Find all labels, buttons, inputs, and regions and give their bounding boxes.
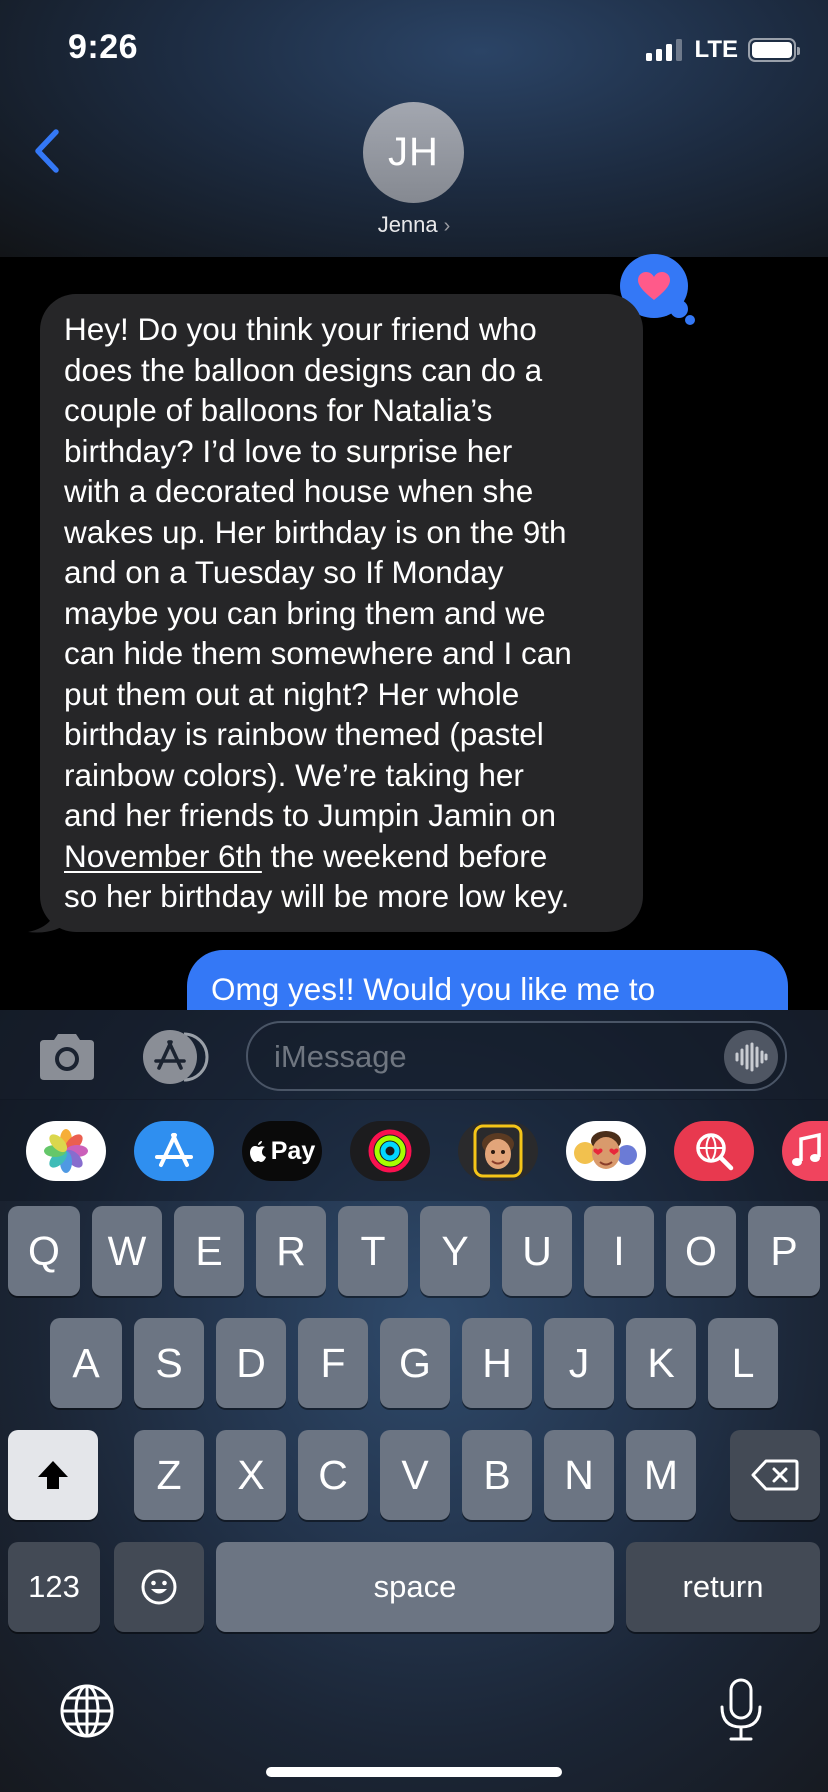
numbers-key[interactable]: 123	[8, 1542, 100, 1632]
activity-app-button[interactable]	[350, 1121, 430, 1181]
key-v[interactable]: V	[380, 1430, 450, 1520]
back-button[interactable]	[28, 126, 68, 176]
contact-name-button[interactable]: Jenna ›	[0, 212, 828, 238]
key-c[interactable]: C	[298, 1430, 368, 1520]
network-type: LTE	[694, 36, 738, 63]
key-y[interactable]: Y	[420, 1206, 490, 1296]
conversation-header: 9:26 LTE JH Jenna ›	[0, 0, 828, 257]
key-j[interactable]: J	[544, 1318, 614, 1408]
key-n[interactable]: N	[544, 1430, 614, 1520]
delete-key[interactable]	[730, 1430, 820, 1520]
globe-button[interactable]	[58, 1682, 116, 1740]
message-line: can hide them somewhere and I can	[64, 635, 572, 671]
imessage-input[interactable]: iMessage	[246, 1021, 787, 1091]
space-key[interactable]: space	[216, 1542, 614, 1632]
key-b[interactable]: B	[462, 1430, 532, 1520]
battery-icon	[748, 38, 800, 62]
key-k[interactable]: K	[626, 1318, 696, 1408]
key-u[interactable]: U	[502, 1206, 572, 1296]
key-r[interactable]: R	[256, 1206, 326, 1296]
chevron-left-icon	[35, 129, 59, 173]
key-w[interactable]: W	[92, 1206, 162, 1296]
key-s[interactable]: S	[134, 1318, 204, 1408]
contact-avatar[interactable]: JH	[363, 102, 464, 203]
key-h[interactable]: H	[462, 1318, 532, 1408]
chevron-right-icon: ›	[443, 215, 451, 237]
music-note-icon	[792, 1132, 821, 1166]
key-a[interactable]: A	[50, 1318, 122, 1408]
key-g[interactable]: G	[380, 1318, 450, 1408]
message-line: couple of balloons for Natalia’s	[64, 392, 493, 428]
app-store-icon	[143, 1030, 209, 1084]
key-d[interactable]: D	[216, 1318, 286, 1408]
apple-logo-icon	[249, 1141, 266, 1162]
waveform-icon	[735, 1042, 768, 1072]
dictation-button[interactable]	[718, 1677, 764, 1743]
message-line: Hey! Do you think your friend who	[64, 311, 537, 347]
app-store-app-button[interactable]	[134, 1121, 214, 1181]
key-x[interactable]: X	[216, 1430, 286, 1520]
globe-icon	[60, 1684, 114, 1738]
message-line: and her friends to Jumpin Jamin on	[64, 797, 557, 833]
key-z[interactable]: Z	[134, 1430, 204, 1520]
reaction-tail	[670, 300, 688, 318]
message-line: with a decorated house when she	[64, 473, 534, 509]
memoji-stickers-app-button[interactable]	[566, 1121, 646, 1181]
message-line: put them out at night? Her whole	[64, 675, 520, 712]
message-line: birthday? I’d love to surprise her	[64, 432, 513, 469]
contact-name: Jenna	[377, 212, 438, 237]
apple-pay-app-button[interactable]: Pay	[242, 1121, 322, 1181]
outgoing-message-text: Omg yes!! Would you like me to	[211, 971, 656, 1007]
message-line: birthday is rainbow themed (pastel	[64, 716, 544, 752]
photos-icon	[44, 1129, 88, 1173]
audio-message-button[interactable]	[724, 1030, 778, 1084]
memoji-icon	[473, 1124, 523, 1178]
image-search-app-button[interactable]	[674, 1121, 754, 1181]
key-p[interactable]: P	[748, 1206, 820, 1296]
globe-search-icon	[696, 1133, 734, 1171]
activity-rings-icon	[368, 1129, 412, 1173]
message-line: maybe you can bring them and we	[64, 594, 546, 631]
shift-key[interactable]	[8, 1430, 98, 1520]
memoji-app-button[interactable]	[458, 1121, 538, 1181]
heart-icon	[638, 272, 670, 300]
shift-arrow-icon	[38, 1461, 68, 1489]
home-indicator[interactable]	[266, 1767, 562, 1777]
app-store-icon	[155, 1133, 193, 1167]
status-indicators: LTE	[646, 36, 800, 64]
reaction-tail-dot	[685, 315, 695, 325]
message-line-with-link: November 6th the weekend before	[64, 836, 623, 877]
message-text: the weekend before	[261, 837, 548, 874]
cellular-signal-icon	[646, 39, 683, 61]
key-o[interactable]: O	[666, 1206, 736, 1296]
backspace-icon	[751, 1459, 799, 1491]
status-time: 9:26	[68, 28, 139, 66]
key-e[interactable]: E	[174, 1206, 244, 1296]
key-f[interactable]: F	[298, 1318, 368, 1408]
key-l[interactable]: L	[708, 1318, 778, 1408]
camera-button[interactable]	[36, 1032, 98, 1082]
photos-app-button[interactable]	[26, 1121, 106, 1181]
key-t[interactable]: T	[338, 1206, 408, 1296]
message-line: and on a Tuesday so If Monday	[64, 554, 504, 590]
apple-pay-label: Pay	[270, 1136, 316, 1165]
date-link[interactable]: November 6th	[64, 838, 262, 874]
microphone-icon	[720, 1678, 762, 1741]
incoming-message-bubble[interactable]: Hey! Do you think your friend who does t…	[40, 294, 643, 932]
key-q[interactable]: Q	[8, 1206, 80, 1296]
memoji-stickers-icon	[574, 1131, 637, 1169]
message-line: does the balloon designs can do a	[64, 351, 543, 388]
key-m[interactable]: M	[626, 1430, 696, 1520]
app-store-apps-button[interactable]	[140, 1030, 212, 1084]
emoji-icon	[141, 1569, 177, 1605]
emoji-key[interactable]	[114, 1542, 204, 1632]
key-i[interactable]: I	[584, 1206, 654, 1296]
message-line: rainbow colors). We’re taking her	[64, 756, 524, 793]
camera-icon	[40, 1034, 94, 1080]
return-key[interactable]: return	[626, 1542, 820, 1632]
message-line: wakes up. Her birthday is on the 9th	[64, 513, 567, 550]
message-line: so her birthday will be more low key.	[64, 878, 570, 914]
